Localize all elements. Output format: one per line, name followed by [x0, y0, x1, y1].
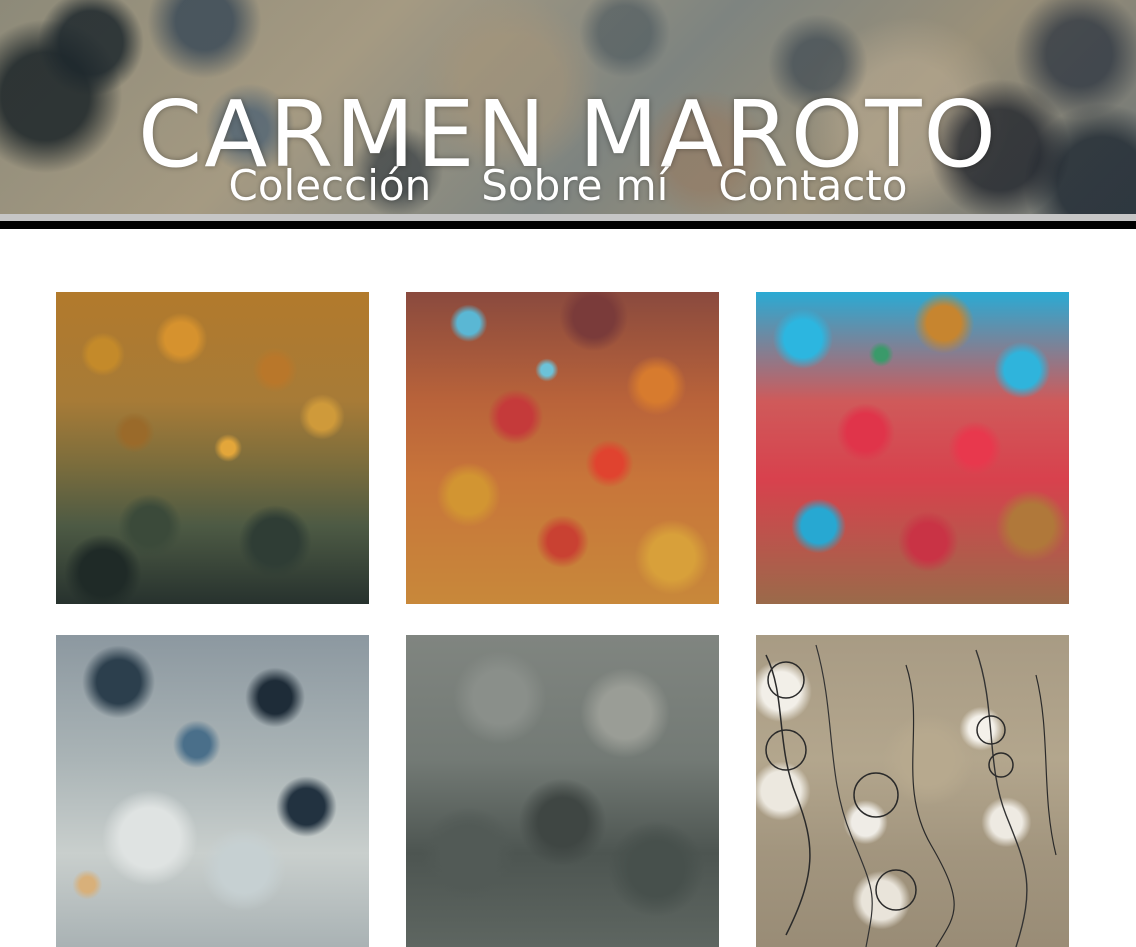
- artwork-gallery: [0, 0, 1136, 947]
- artwork-line-strokes: [765, 644, 1057, 947]
- artwork-thumbnail-3[interactable]: [756, 292, 1069, 604]
- artwork-thumbnail-1[interactable]: [56, 292, 369, 604]
- artwork-thumbnail-4[interactable]: [56, 635, 369, 947]
- artwork-thumbnail-5[interactable]: [406, 635, 719, 947]
- artwork-thumbnail-6[interactable]: [756, 635, 1069, 947]
- artwork-thumbnail-2[interactable]: [406, 292, 719, 604]
